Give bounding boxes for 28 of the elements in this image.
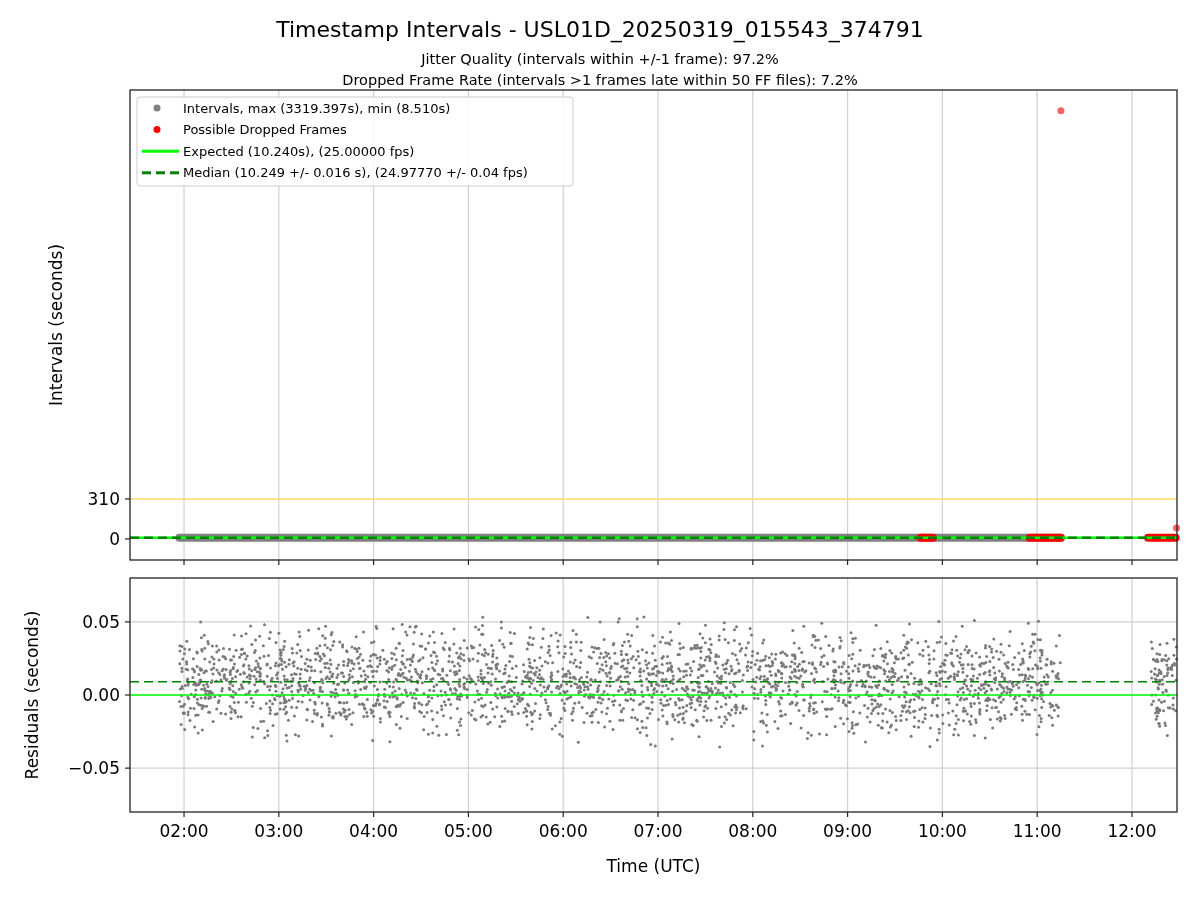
axis-label: Time (UTC)	[606, 856, 701, 876]
tick-label: 12:00	[1107, 821, 1157, 841]
tick-label: 03:00	[254, 821, 304, 841]
tick-label: 0.05	[82, 611, 120, 632]
tick-label: 0	[109, 528, 120, 549]
tick-label: 08:00	[728, 821, 778, 841]
legend-label: Intervals, max (3319.397s), min (8.510s)	[183, 100, 451, 116]
tick-label: −0.05	[67, 758, 120, 779]
tick-label: 04:00	[349, 821, 399, 841]
tick-label: 310	[87, 489, 120, 509]
tick-label: 11:00	[1012, 821, 1062, 841]
legend-label: Possible Dropped Frames	[183, 122, 347, 138]
dropped-frame-point	[1173, 524, 1181, 532]
tick-label: 0.00	[82, 685, 120, 705]
tick-label: 09:00	[823, 821, 873, 841]
figure-subtitle: Jitter Quality (intervals within +/-1 frame): 97.2%	[421, 51, 779, 67]
tick-label: 05:00	[443, 821, 493, 841]
tick-label: 07:00	[633, 821, 683, 841]
figure-title: Timestamp Intervals - USL01D_20250319_015543_374791	[276, 17, 924, 42]
tick-label: 10:00	[917, 821, 967, 841]
dropped-frame-point	[1057, 107, 1065, 115]
axis-label: Residuals (seconds)	[22, 610, 42, 780]
axis-label: Intervals (seconds)	[46, 243, 66, 407]
legend-label: Expected (10.240s), (25.00000 fps)	[183, 143, 415, 159]
figure-subtitle: Dropped Frame Rate (intervals >1 frames late within 50 FF files): 7.2%	[342, 72, 858, 88]
tick-label: 06:00	[538, 821, 588, 841]
tick-label: 02:00	[159, 821, 209, 841]
legend-label: Median (10.249 +/- 0.016 s), (24.97770 +/- 0.04 fps)	[183, 165, 528, 181]
